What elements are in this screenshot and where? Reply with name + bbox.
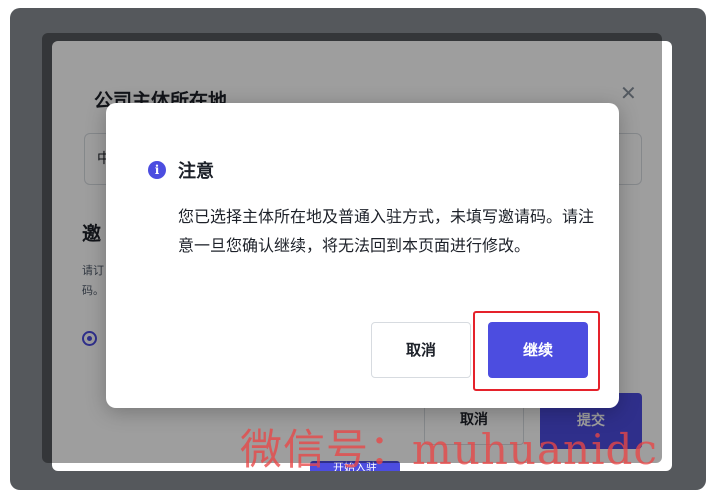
dialog-continue-button[interactable]: 继续 xyxy=(488,322,588,378)
confirm-dialog: i 注意 您已选择主体所在地及普通入驻方式，未填写邀请码。请注意一旦您确认继续，… xyxy=(106,103,619,408)
watermark-text: 微信号：muhuanidc xyxy=(240,425,658,474)
dialog-message: 您已选择主体所在地及普通入驻方式，未填写邀请码。请注意一旦您确认继续，将无法回到… xyxy=(178,207,595,255)
info-icon: i xyxy=(148,161,166,179)
dialog-title: 注意 xyxy=(178,161,214,182)
dialog-cancel-button[interactable]: 取消 xyxy=(371,322,471,378)
